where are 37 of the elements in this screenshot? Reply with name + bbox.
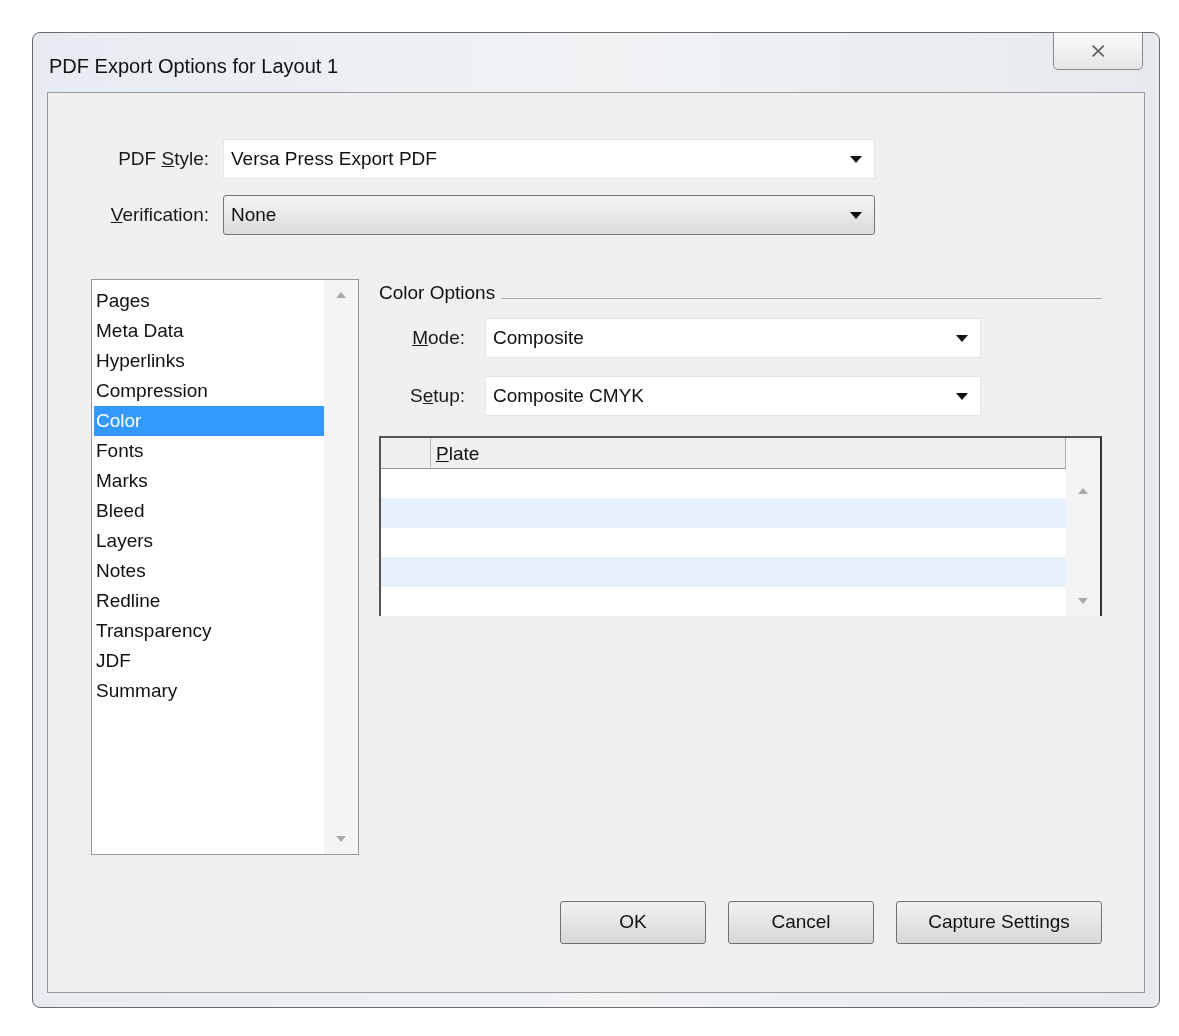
section-list-item[interactable]: Redline: [94, 586, 324, 616]
section-list-item[interactable]: Layers: [94, 526, 324, 556]
dropdown[interactable]: Versa Press Export PDF: [223, 139, 875, 179]
section-list-item[interactable]: Meta Data: [94, 316, 324, 346]
section-list-item[interactable]: Fonts: [94, 436, 324, 466]
dialog-button[interactable]: OK: [560, 901, 706, 944]
dialog-button[interactable]: Cancel: [728, 901, 874, 944]
field-label: Mode:: [411, 325, 465, 350]
scroll-down-arrow-icon[interactable]: [1078, 598, 1088, 604]
section-list-item[interactable]: Notes: [94, 556, 324, 586]
dropdown[interactable]: None: [223, 195, 875, 235]
section-list-item[interactable]: JDF: [94, 646, 324, 676]
close-button[interactable]: ⨯: [1053, 32, 1143, 70]
section-list-item[interactable]: Bleed: [94, 496, 324, 526]
section-list-item[interactable]: Compression: [94, 376, 324, 406]
field-label: Setup:: [409, 383, 465, 408]
scroll-up-arrow-icon[interactable]: [1078, 488, 1088, 494]
section-list-item[interactable]: Marks: [94, 466, 324, 496]
section-list-item[interactable]: Transparency: [94, 616, 324, 646]
dropdown[interactable]: Composite: [485, 318, 981, 358]
scrollbar[interactable]: [324, 280, 358, 854]
window-title: PDF Export Options for Layout 1: [49, 54, 339, 79]
dropdown-arrow-icon: [850, 211, 862, 219]
group-title: Color Options: [379, 280, 496, 305]
dialog-button[interactable]: Capture Settings: [896, 901, 1102, 944]
scroll-down-arrow-icon[interactable]: [336, 836, 346, 842]
scrollbar[interactable]: [1066, 438, 1100, 616]
dropdown-arrow-icon: [956, 334, 968, 342]
section-list-item[interactable]: Summary: [94, 676, 324, 706]
dropdown-arrow-icon: [850, 155, 862, 163]
field-label: PDF Style:: [117, 146, 209, 171]
dropdown[interactable]: Composite CMYK: [485, 376, 981, 416]
field-label: Verification:: [109, 202, 209, 227]
section-list-item[interactable]: Pages: [94, 286, 324, 316]
dropdown-arrow-icon: [956, 392, 968, 400]
section-list-item[interactable]: Hyperlinks: [94, 346, 324, 376]
scroll-up-arrow-icon[interactable]: [336, 292, 346, 298]
